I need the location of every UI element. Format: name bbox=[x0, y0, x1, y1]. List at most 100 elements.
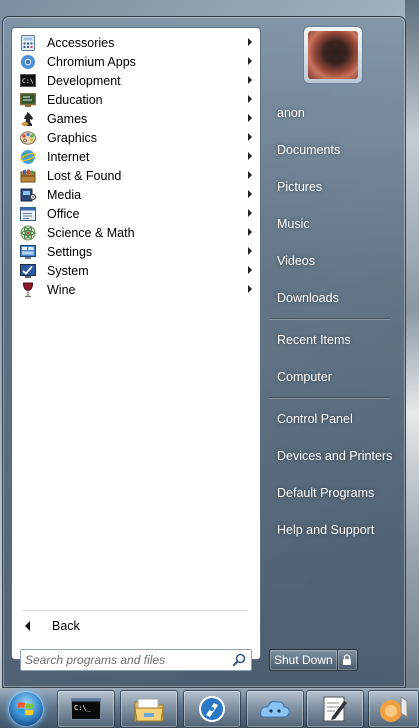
documents-link[interactable]: Documents bbox=[269, 137, 393, 163]
shutdown-options-button[interactable] bbox=[337, 649, 358, 671]
palette-icon bbox=[20, 130, 36, 146]
submenu-arrow-icon bbox=[248, 266, 252, 274]
program-item-media[interactable]: Media bbox=[12, 185, 260, 204]
terminal-icon: C:\ bbox=[20, 73, 36, 89]
default-programs-link[interactable]: Default Programs bbox=[269, 480, 393, 506]
submenu-arrow-icon bbox=[248, 114, 252, 122]
divider bbox=[22, 610, 248, 611]
browser-icon bbox=[199, 696, 225, 722]
program-label: Games bbox=[47, 111, 88, 126]
submenu-arrow-icon bbox=[248, 247, 252, 255]
computer-link[interactable]: Computer bbox=[269, 364, 393, 390]
taskbar-terminal-button[interactable]: C:\_ bbox=[57, 690, 115, 728]
control-panel-link[interactable]: Control Panel bbox=[269, 406, 393, 432]
taskbar-file-manager-button[interactable] bbox=[120, 690, 178, 728]
wine-glass-icon bbox=[20, 282, 36, 298]
program-label: Media bbox=[47, 187, 82, 202]
search-icon[interactable] bbox=[231, 652, 247, 668]
globe-icon bbox=[20, 149, 36, 165]
submenu-arrow-icon bbox=[248, 57, 252, 65]
recent-items-link[interactable]: Recent Items bbox=[269, 327, 393, 353]
submenu-arrow-icon bbox=[248, 190, 252, 198]
cloud-app-icon bbox=[260, 701, 290, 718]
svg-text:C:\_: C:\_ bbox=[74, 704, 92, 712]
programs-pane: Accessories Chromium Apps C:\ Developmen… bbox=[11, 27, 261, 671]
program-label: Education bbox=[47, 92, 103, 107]
desktop-wallpaper bbox=[405, 0, 419, 688]
program-item-education[interactable]: Education bbox=[12, 90, 260, 109]
search-box[interactable] bbox=[20, 649, 252, 671]
program-item-graphics[interactable]: Graphics bbox=[12, 128, 260, 147]
program-label: Internet bbox=[47, 149, 90, 164]
search-input[interactable] bbox=[25, 651, 231, 669]
videos-link[interactable]: Videos bbox=[269, 248, 393, 274]
program-item-internet[interactable]: Internet bbox=[12, 147, 260, 166]
settings-panel-icon bbox=[20, 244, 36, 260]
submenu-arrow-icon bbox=[248, 171, 252, 179]
submenu-arrow-icon bbox=[248, 133, 252, 141]
program-label: Settings bbox=[47, 244, 93, 259]
program-item-science-math[interactable]: Science & Math bbox=[12, 223, 260, 242]
program-item-chromium-apps[interactable]: Chromium Apps bbox=[12, 52, 260, 71]
avatar bbox=[308, 31, 358, 79]
taskbar-cloud-app-button[interactable] bbox=[246, 690, 304, 728]
submenu-arrow-icon bbox=[248, 95, 252, 103]
submenu-arrow-icon bbox=[248, 76, 252, 84]
submenu-arrow-icon bbox=[248, 228, 252, 236]
taskbar-text-editor-button[interactable] bbox=[306, 690, 364, 728]
help-support-link[interactable]: Help and Support bbox=[269, 517, 393, 543]
blackboard-icon bbox=[20, 92, 36, 108]
system-monitor-icon bbox=[20, 263, 36, 279]
start-button[interactable] bbox=[8, 691, 44, 727]
pictures-link[interactable]: Pictures bbox=[269, 174, 393, 200]
calculator-icon bbox=[20, 34, 36, 51]
program-item-development[interactable]: C:\ Development bbox=[12, 71, 260, 90]
program-label: Accessories bbox=[47, 35, 115, 50]
program-label: Chromium Apps bbox=[47, 54, 136, 69]
submenu-arrow-icon bbox=[248, 209, 252, 217]
file-manager-icon bbox=[134, 698, 164, 722]
svg-text:C:\: C:\ bbox=[22, 77, 34, 85]
downloads-link[interactable]: Downloads bbox=[269, 285, 393, 311]
media-player-icon bbox=[379, 696, 407, 722]
program-item-wine[interactable]: Wine bbox=[12, 280, 260, 299]
back-arrow-icon bbox=[25, 621, 30, 631]
program-label: Lost & Found bbox=[47, 168, 122, 183]
program-label: Development bbox=[47, 73, 121, 88]
terminal-icon: C:\_ bbox=[71, 698, 101, 720]
chess-knight-icon bbox=[20, 111, 36, 127]
divider bbox=[269, 397, 391, 398]
submenu-arrow-icon bbox=[248, 285, 252, 293]
start-menu: Accessories Chromium Apps C:\ Developmen… bbox=[2, 16, 406, 688]
program-list: Accessories Chromium Apps C:\ Developmen… bbox=[12, 33, 260, 299]
lock-icon bbox=[343, 654, 352, 665]
taskbar-browser-button[interactable] bbox=[183, 690, 241, 728]
music-link[interactable]: Music bbox=[269, 211, 393, 237]
chromium-icon bbox=[20, 54, 36, 70]
divider bbox=[269, 318, 391, 319]
shutdown-button[interactable]: Shut Down bbox=[269, 649, 338, 671]
shutdown-group: Shut Down bbox=[269, 649, 358, 671]
submenu-arrow-icon bbox=[248, 152, 252, 160]
program-item-settings[interactable]: Settings bbox=[12, 242, 260, 261]
document-icon bbox=[20, 206, 36, 222]
user-avatar-frame[interactable] bbox=[303, 26, 363, 84]
program-item-accessories[interactable]: Accessories bbox=[12, 33, 260, 52]
devices-printers-link[interactable]: Devices and Printers bbox=[269, 443, 393, 469]
program-item-office[interactable]: Office bbox=[12, 204, 260, 223]
back-button[interactable]: Back bbox=[22, 616, 80, 636]
taskbar: C:\_ bbox=[0, 688, 419, 728]
program-item-lost-found[interactable]: Lost & Found bbox=[12, 166, 260, 185]
program-item-games[interactable]: Games bbox=[12, 109, 260, 128]
film-icon bbox=[20, 187, 36, 203]
program-label: Graphics bbox=[47, 130, 98, 145]
program-item-system[interactable]: System bbox=[12, 261, 260, 280]
program-label: Wine bbox=[47, 282, 76, 297]
taskbar-media-player-button[interactable] bbox=[368, 690, 419, 728]
user-name-link[interactable]: anon bbox=[269, 100, 393, 126]
program-label: System bbox=[47, 263, 89, 278]
submenu-arrow-icon bbox=[248, 38, 252, 46]
text-editor-icon bbox=[323, 696, 347, 722]
program-label: Science & Math bbox=[47, 225, 135, 240]
atom-icon bbox=[20, 225, 36, 241]
